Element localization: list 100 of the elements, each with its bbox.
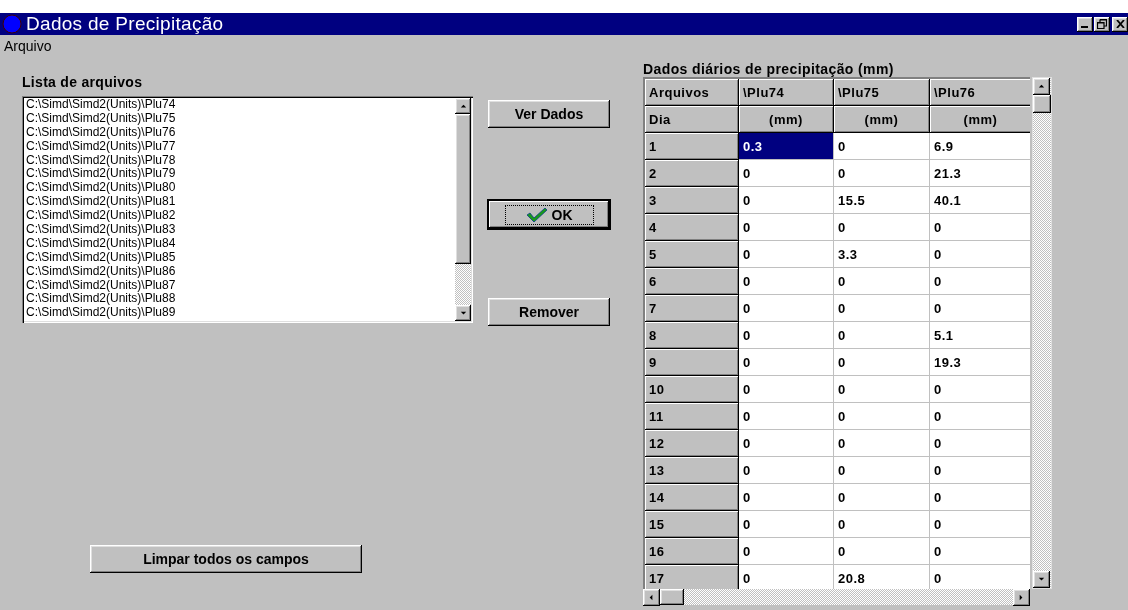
- row-header: 12: [645, 430, 739, 457]
- row-header: 6: [645, 268, 739, 295]
- scroll-thumb[interactable]: [1033, 95, 1051, 113]
- table-cell[interactable]: 0: [739, 349, 834, 376]
- app-icon: [2, 14, 22, 34]
- table-cell[interactable]: 0: [834, 403, 930, 430]
- scroll-down-button[interactable]: [1033, 571, 1050, 588]
- list-item[interactable]: C:\Simd\Simd2(Units)\Plu77: [26, 139, 455, 154]
- list-item[interactable]: C:\Simd\Simd2(Units)\Plu89: [26, 306, 455, 321]
- column-header: \Plu76: [930, 79, 1030, 106]
- list-label: Lista de arquivos: [22, 74, 144, 90]
- list-item[interactable]: C:\Simd\Simd2(Units)\Plu86: [26, 264, 455, 279]
- row-header: 11: [645, 403, 739, 430]
- scroll-down-button[interactable]: [455, 305, 471, 321]
- list-item[interactable]: C:\Simd\Simd2(Units)\Plu88: [26, 292, 455, 307]
- push-button[interactable]: Remover: [488, 298, 610, 326]
- table-cell[interactable]: 0: [834, 484, 930, 511]
- table-cell[interactable]: 0: [739, 484, 834, 511]
- column-header: (mm): [739, 106, 834, 133]
- row-header: 4: [645, 214, 739, 241]
- table-cell[interactable]: 15.5: [834, 187, 930, 214]
- list-item[interactable]: C:\Simd\Simd2(Units)\Plu87: [26, 278, 455, 293]
- scroll-thumb[interactable]: [455, 114, 471, 264]
- scroll-up-button[interactable]: [455, 98, 471, 114]
- list-item[interactable]: C:\Simd\Simd2(Units)\Plu85: [26, 250, 455, 265]
- corner-header: Dia: [645, 106, 739, 133]
- table-cell[interactable]: 0: [739, 430, 834, 457]
- vertical-scrollbar[interactable]: [455, 98, 471, 321]
- column-header: \Plu74: [739, 79, 834, 106]
- table-cell[interactable]: 0: [834, 457, 930, 484]
- list-item[interactable]: C:\Simd\Simd2(Units)\Plu79: [26, 167, 455, 182]
- row-header: 14: [645, 484, 739, 511]
- list-item[interactable]: C:\Simd\Simd2(Units)\Plu81: [26, 195, 455, 210]
- table-cell[interactable]: 3.3: [834, 241, 930, 268]
- table-cell[interactable]: 0: [834, 214, 930, 241]
- table-cell[interactable]: 0: [739, 403, 834, 430]
- table-cell[interactable]: 0: [739, 241, 834, 268]
- row-header: 8: [645, 322, 739, 349]
- table-cell[interactable]: 0: [739, 187, 834, 214]
- row-header: 7: [645, 295, 739, 322]
- close-icon: [1115, 20, 1125, 28]
- table-cell[interactable]: 0: [739, 214, 834, 241]
- column-header: (mm): [834, 106, 930, 133]
- column-header: (mm): [930, 106, 1030, 133]
- table-cell[interactable]: 0: [834, 538, 930, 565]
- table-cell[interactable]: 0: [834, 268, 930, 295]
- column-header: \Plu75: [834, 79, 930, 106]
- ok-button[interactable]: OK: [488, 200, 610, 229]
- table-cell[interactable]: 0: [739, 295, 834, 322]
- scroll-left-button[interactable]: [643, 589, 660, 606]
- table-cell[interactable]: 0: [739, 322, 834, 349]
- vertical-scrollbar[interactable]: [1032, 77, 1052, 589]
- list-item[interactable]: C:\Simd\Simd2(Units)\Plu76: [26, 125, 455, 140]
- row-header: 2: [645, 160, 739, 187]
- minimize-button[interactable]: [1077, 16, 1093, 32]
- list-item[interactable]: C:\Simd\Simd2(Units)\Plu78: [26, 153, 455, 168]
- row-header: 3: [645, 187, 739, 214]
- table-cell[interactable]: 0: [739, 376, 834, 403]
- check-icon: [525, 206, 548, 223]
- row-header: 10: [645, 376, 739, 403]
- row-header: 1: [645, 133, 739, 160]
- table-cell[interactable]: 0: [834, 430, 930, 457]
- scroll-thumb[interactable]: [660, 589, 684, 605]
- restore-icon: [1097, 19, 1107, 29]
- list-item[interactable]: C:\Simd\Simd2(Units)\Plu82: [26, 209, 455, 223]
- table-cell[interactable]: 0: [834, 133, 930, 160]
- row-header: 15: [645, 511, 739, 538]
- list-item[interactable]: C:\Simd\Simd2(Units)\Plu74: [26, 98, 455, 112]
- table-cell[interactable]: 0: [834, 322, 930, 349]
- scroll-right-button[interactable]: [1013, 589, 1030, 606]
- table-cell[interactable]: 0: [834, 376, 930, 403]
- menu-item[interactable]: Arquivo: [2, 37, 54, 54]
- restore-button[interactable]: [1094, 16, 1110, 32]
- row-header: 17: [645, 565, 739, 589]
- scroll-up-button[interactable]: [1033, 78, 1050, 95]
- close-button[interactable]: [1112, 16, 1128, 32]
- table-cell[interactable]: 0: [739, 538, 834, 565]
- table-cell[interactable]: 0: [834, 160, 930, 187]
- table-cell[interactable]: 0: [739, 160, 834, 187]
- table-cell[interactable]: 0: [834, 295, 930, 322]
- list-item[interactable]: C:\Simd\Simd2(Units)\Plu83: [26, 223, 455, 237]
- table-cell[interactable]: 0: [739, 457, 834, 484]
- list-item[interactable]: C:\Simd\Simd2(Units)\Plu75: [26, 111, 455, 126]
- table-cell[interactable]: 0: [834, 511, 930, 538]
- row-header: 16: [645, 538, 739, 565]
- row-header: 5: [645, 241, 739, 268]
- table-cell[interactable]: 0: [834, 349, 930, 376]
- corner-header: Arquivos: [645, 79, 739, 106]
- list-item[interactable]: C:\Simd\Simd2(Units)\Plu80: [26, 181, 455, 196]
- file-list[interactable]: [22, 96, 473, 323]
- row-header: 9: [645, 349, 739, 376]
- table-cell[interactable]: 0: [739, 268, 834, 295]
- list-item[interactable]: C:\Simd\Simd2(Units)\Plu84: [26, 236, 455, 251]
- window-title: Dados de Precipitação: [26, 13, 224, 35]
- push-button[interactable]: Ver Dados: [488, 100, 610, 128]
- table-cell[interactable]: 0: [739, 511, 834, 538]
- push-button[interactable]: Limpar todos os campos: [90, 545, 362, 573]
- row-header: 13: [645, 457, 739, 484]
- table-cell[interactable]: 0.3: [739, 133, 834, 160]
- horizontal-scrollbar[interactable]: [643, 589, 1030, 605]
